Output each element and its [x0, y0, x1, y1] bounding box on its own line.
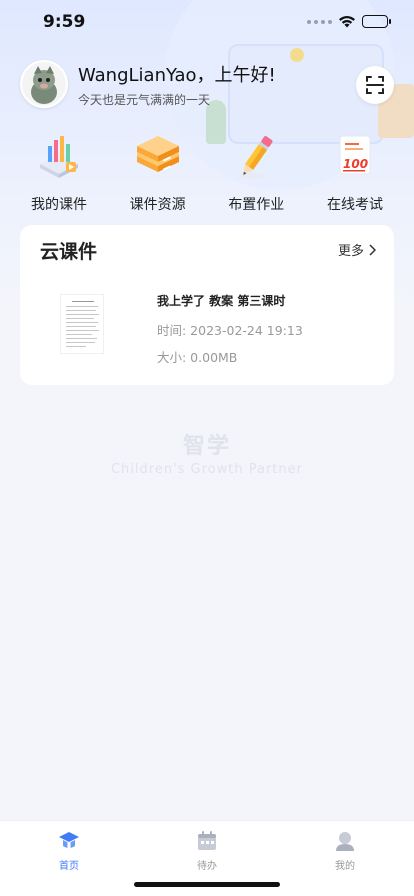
status-bar: 9:59 — [0, 0, 414, 46]
courseware-list-item[interactable]: 我上学了 教案 第三课时 时间: 2023-02-24 19:13 大小: 0.… — [20, 280, 394, 375]
quick-courseware-resources[interactable]: 课件资源 — [109, 130, 207, 214]
card-title: 云课件 — [40, 241, 98, 263]
watermark-subtitle: Children's Growth Partner — [110, 462, 303, 477]
tab-profile-label: 我的 — [335, 861, 355, 872]
watermark-title: 智学 — [182, 434, 231, 459]
courseware-time: 时间: 2023-02-24 19:13 — [157, 323, 303, 338]
greeting-text: WangLianYao，上午好! — [78, 64, 276, 86]
user-icon — [333, 829, 357, 853]
quick-courseware-resources-label: 课件资源 — [129, 197, 186, 213]
scan-icon — [366, 76, 384, 94]
decor-lamp — [290, 48, 304, 62]
tab-home-label: 首页 — [59, 861, 79, 872]
cellular-signal-icon — [307, 19, 332, 24]
more-label: 更多 — [337, 244, 364, 259]
courseware-name: 我上学了 教案 第三课时 — [157, 294, 286, 308]
status-time: 9:59 — [43, 12, 86, 32]
battery-icon — [362, 15, 391, 28]
quick-my-courseware-label: 我的课件 — [31, 197, 87, 213]
greeting-subtitle: 今天也是元气满满的一天 — [78, 92, 211, 107]
home-indicator — [134, 882, 280, 887]
pencil-icon — [229, 130, 283, 184]
profile-header: WangLianYao，上午好! 今天也是元气满满的一天 — [20, 60, 276, 108]
quick-actions: 我的课件 课件资源 布置作业 100 在线考试 — [10, 130, 404, 214]
quick-my-courseware[interactable]: 我的课件 — [10, 130, 108, 214]
quick-assign-homework-label: 布置作业 — [228, 197, 285, 213]
status-icons — [307, 15, 391, 28]
svg-text:100: 100 — [343, 157, 368, 171]
calendar-icon — [195, 829, 219, 853]
quick-assign-homework[interactable]: 布置作业 — [207, 130, 305, 214]
wifi-icon — [339, 16, 355, 28]
chevron-right-icon — [369, 243, 376, 256]
more-button[interactable]: 更多 — [338, 240, 376, 259]
courseware-chart-icon — [32, 130, 86, 184]
cloud-courseware-card: 云课件 更多 我上学了 教案 第三课时 时间: 2023-02-24 19:13… — [20, 225, 394, 385]
exam-paper-100-icon: 100 — [328, 130, 382, 184]
resource-server-icon — [131, 130, 185, 184]
quick-online-exam[interactable]: 100 在线考试 — [306, 130, 404, 214]
avatar[interactable] — [20, 60, 68, 108]
home-graduation-icon — [57, 829, 81, 853]
avatar-character-icon — [22, 62, 66, 106]
tab-profile[interactable]: 我的 — [290, 829, 400, 896]
quick-online-exam-label: 在线考试 — [326, 197, 383, 213]
scan-button[interactable] — [356, 66, 394, 104]
tab-home[interactable]: 首页 — [14, 829, 124, 896]
courseware-size: 大小: 0.00MB — [157, 350, 238, 365]
tab-todo-label: 待办 — [197, 861, 217, 872]
document-thumbnail — [60, 294, 104, 354]
